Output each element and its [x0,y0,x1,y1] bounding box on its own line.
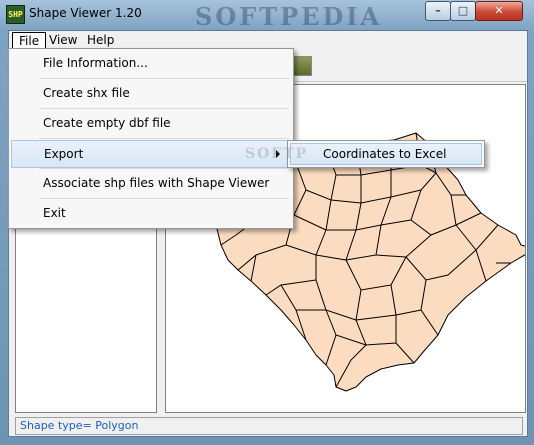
menu-item-label: Create empty dbf file [43,116,171,130]
maximize-button[interactable]: □ [450,1,476,21]
close-button[interactable]: ✕ [475,1,523,21]
menu-item-label: Exit [43,206,66,220]
menu-separator [39,198,289,199]
menu-item-label: File Information... [43,56,148,70]
menu-item-label: Export [44,147,84,161]
window-title: Shape Viewer 1.20 [29,6,142,20]
menu-separator [39,168,289,169]
app-window: SHP Shape Viewer 1.20 SOFTPEDIA – □ ✕ Fi… [0,0,534,445]
menu-item-label: Associate shp files with Shape Viewer [43,176,270,190]
menu-item-file-information[interactable]: File Information... [11,50,291,76]
menu-view[interactable]: View [43,32,83,49]
menu-item-create-dbf[interactable]: Create empty dbf file [11,110,291,136]
watermark-text: SOFTPEDIA [195,2,383,31]
minimize-button[interactable]: – [425,1,451,21]
watermark-overlay: SOFTP [245,146,309,162]
app-icon[interactable]: SHP [6,5,25,24]
export-submenu: Coordinates to Excel [287,140,485,168]
toolbar-open-icon[interactable] [292,56,312,76]
menu-separator [39,138,289,139]
menu-separator [39,78,289,79]
menu-separator [39,108,289,109]
menu-item-coordinates-to-excel[interactable]: Coordinates to Excel [290,143,482,165]
menu-item-exit[interactable]: Exit [11,200,291,226]
menu-item-create-shx[interactable]: Create shx file [11,80,291,106]
status-shape-type: Shape type= Polygon [20,419,139,432]
title-bar[interactable]: SHP Shape Viewer 1.20 SOFTPEDIA – □ ✕ [0,0,534,31]
file-menu-dropdown: File Information... Create shx file Crea… [8,48,294,229]
menu-help[interactable]: Help [81,32,120,49]
menu-item-label: Coordinates to Excel [323,147,447,161]
menu-item-label: Create shx file [43,86,130,100]
menu-item-associate[interactable]: Associate shp files with Shape Viewer [11,170,291,196]
status-bar: Shape type= Polygon [15,417,523,435]
